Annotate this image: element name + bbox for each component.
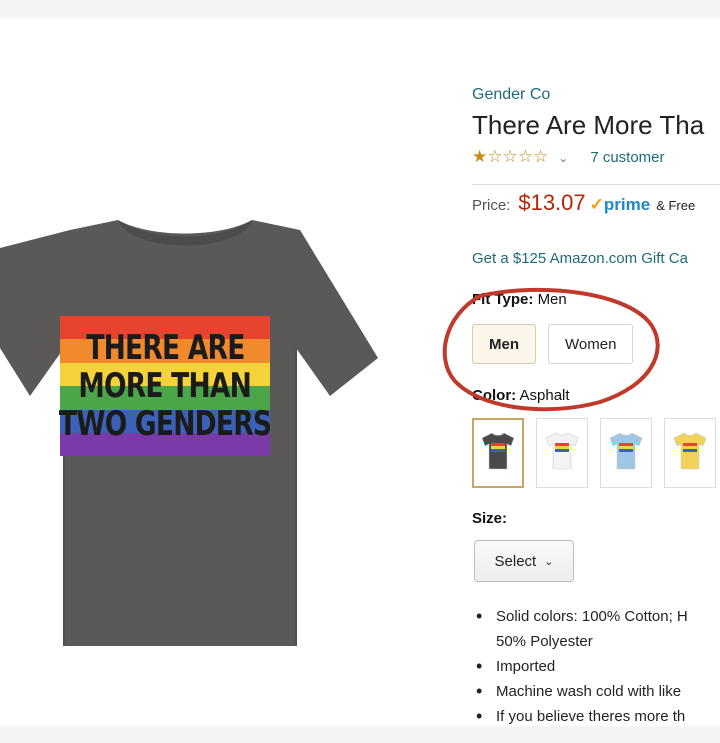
print-line-3: TWO GENDERS (58, 404, 272, 444)
star-rating[interactable]: ★☆☆☆☆ (472, 148, 548, 167)
tshirt-icon (481, 431, 515, 476)
list-item: If you believe theres more th (476, 704, 688, 726)
price-value: $13.07 (518, 190, 586, 215)
shipping-text[interactable]: & Free (656, 198, 695, 213)
color-swatches (472, 418, 716, 488)
fit-option-men[interactable]: Men (472, 324, 536, 364)
fit-option-women[interactable]: Women (548, 324, 634, 364)
star-empty-icon: ☆ (502, 147, 518, 166)
color-label: Color: (472, 387, 517, 404)
star-empty-icon: ☆ (533, 147, 549, 166)
print-line-1: THERE ARE (85, 328, 245, 368)
color-row: Color: Asphalt (472, 387, 570, 404)
chevron-down-icon[interactable]: ⌄ (558, 151, 568, 165)
prime-label: prime (603, 195, 651, 214)
color-swatch-asphalt[interactable] (472, 418, 524, 488)
color-swatch-light-blue[interactable] (600, 418, 652, 488)
price-label: Price: (472, 197, 511, 214)
gift-card-promo[interactable]: Get a $125 Amazon.com Gift Ca (472, 250, 688, 267)
print-line-2: MORE THAN (78, 366, 252, 406)
product-page: THERE ARE MORE THAN TWO GENDERS Gender C… (0, 18, 720, 726)
fit-type-label: Fit Type: (472, 291, 534, 308)
chevron-down-icon: ⌄ (544, 555, 554, 568)
list-item: Imported (476, 654, 688, 679)
size-select[interactable]: Select ⌄ (474, 540, 574, 582)
fit-type-row: Fit Type: Men (472, 291, 567, 308)
star-empty-icon: ☆ (487, 147, 503, 166)
size-select-label: Select (494, 552, 537, 570)
fit-type-options: Men Women (472, 324, 634, 364)
shirt-print: THERE ARE MORE THAN TWO GENDERS (58, 316, 272, 457)
product-image[interactable]: THERE ARE MORE THAN TWO GENDERS (0, 208, 380, 648)
prime-badge: ✓prime (590, 195, 651, 215)
star-empty-icon: ☆ (517, 147, 533, 166)
size-label: Size: (472, 510, 508, 527)
tshirt-icon (609, 431, 643, 476)
price-row: Price: $13.07 ✓prime & Free (472, 190, 695, 216)
color-swatch-white[interactable] (536, 418, 588, 488)
tshirt-icon (545, 431, 579, 476)
list-item: Solid colors: 100% Cotton; H50% Polyeste… (476, 604, 688, 654)
color-swatch-yellow[interactable] (664, 418, 716, 488)
prime-check-icon: ✓ (589, 195, 604, 214)
product-title: There Are More Tha (472, 110, 705, 140)
tshirt-icon (673, 431, 707, 476)
color-value: Asphalt (519, 387, 570, 404)
divider (472, 184, 720, 185)
fit-type-value: Men (537, 291, 567, 308)
brand-link[interactable]: Gender Co (472, 86, 550, 104)
rating-row: ★☆☆☆☆ ⌄ 7 customer (472, 148, 665, 167)
star-filled-icon: ★ (472, 147, 488, 166)
list-item: Machine wash cold with like (476, 679, 688, 704)
customer-reviews-link[interactable]: 7 customer (590, 149, 664, 166)
feature-bullets: Solid colors: 100% Cotton; H50% Polyeste… (476, 604, 688, 726)
